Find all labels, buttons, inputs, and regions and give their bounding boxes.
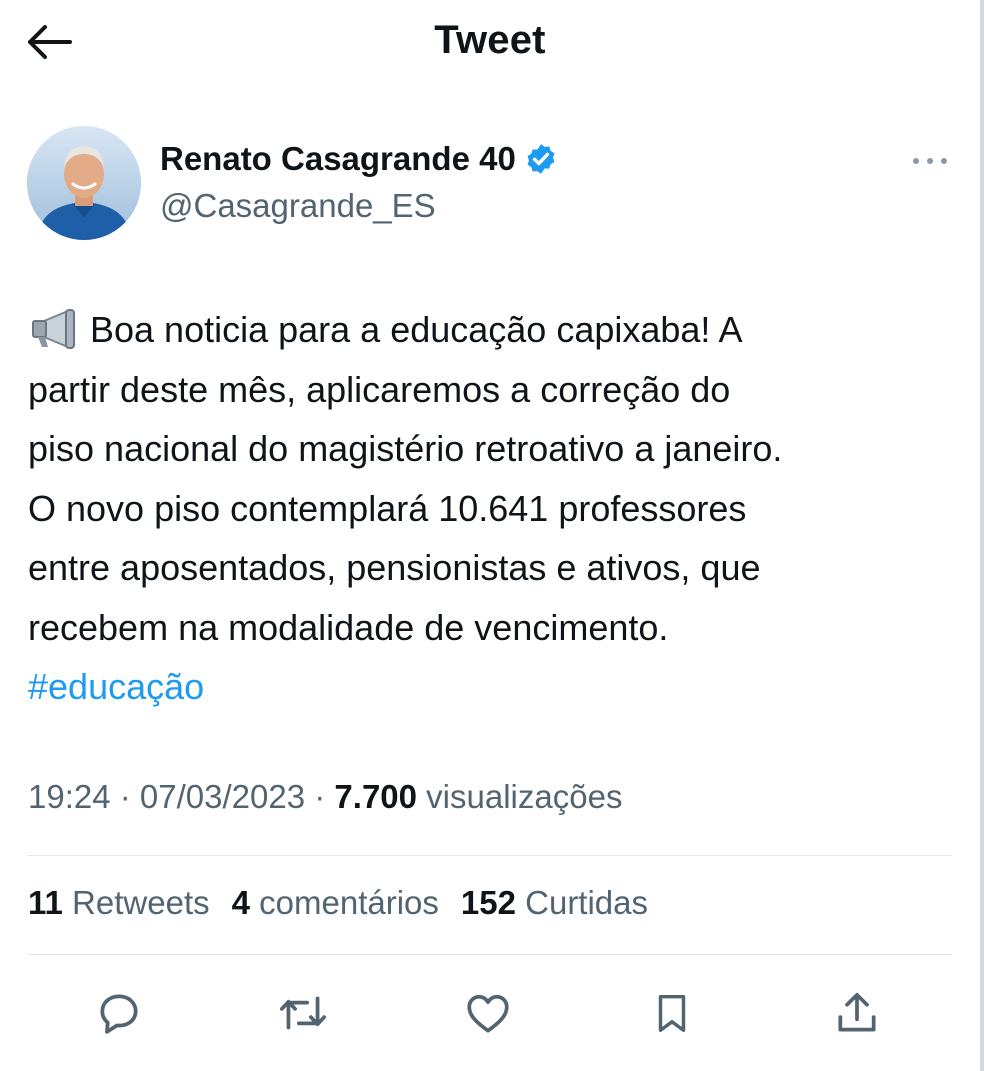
retweet-button[interactable] (275, 985, 331, 1041)
retweet-icon (279, 996, 327, 1030)
bookmark-button[interactable] (644, 985, 700, 1041)
top-bar: Tweet (0, 0, 980, 84)
comments-label: comentários (249, 884, 439, 921)
like-button[interactable] (460, 985, 516, 1041)
tweet-line-text: Boa noticia para a educação capixaba! A (90, 309, 743, 350)
verified-badge-icon (527, 144, 555, 174)
tweet-line: entre aposentados, pensionistas e ativos… (28, 547, 761, 588)
views-label: visualizações (417, 778, 623, 815)
megaphone-emoji-icon (32, 309, 75, 349)
tweet-line: Boa noticia para a educação capixaba! A (28, 300, 958, 360)
avatar[interactable] (27, 126, 141, 240)
comments-count: 4 (231, 884, 250, 921)
author-name[interactable]: Renato Casagrande 40 (160, 140, 558, 178)
retweets-label: Retweets (62, 884, 210, 921)
more-button[interactable] (905, 146, 955, 176)
share-button[interactable] (829, 985, 885, 1041)
author-name-text: Renato Casagrande 40 (160, 140, 516, 177)
action-bar (0, 985, 980, 1041)
comments-stat[interactable]: 4 comentários (232, 884, 439, 922)
retweets-count: 11 (28, 884, 63, 921)
tweet-line: partir deste mês, aplicaremos a correção… (28, 368, 731, 410)
bookmark-icon (658, 994, 686, 1032)
more-dots-icon (913, 158, 947, 164)
hashtag-link[interactable]: #educação (28, 657, 958, 717)
tweet-time[interactable]: 19:24 (28, 778, 111, 815)
tweet-line: O novo piso contemplará 10.641 professor… (28, 487, 747, 529)
likes-count: 152 (460, 884, 516, 921)
like-icon (467, 994, 509, 1033)
author-handle[interactable]: @Casagrande_ES (160, 187, 436, 225)
tweet-line: recebem na modalidade de vencimento. (28, 606, 669, 648)
tweet-meta: 19:24 · 07/03/2023 · 7.700 visualizações (28, 778, 622, 816)
retweets-stat[interactable]: 11 Retweets (28, 884, 210, 922)
divider (28, 954, 952, 955)
reply-button[interactable] (91, 985, 147, 1041)
meta-separator: · (305, 778, 335, 815)
likes-stat[interactable]: 152 Curtidas (461, 884, 648, 922)
right-edge-border (980, 0, 984, 1071)
views-count: 7.700 (334, 778, 418, 815)
tweet-line: piso nacional do magistério retroativo a… (28, 428, 783, 469)
tweet-date[interactable]: 07/03/2023 (140, 778, 305, 815)
page-title: Tweet (434, 18, 546, 62)
divider (28, 855, 952, 856)
share-icon (838, 993, 876, 1032)
likes-label: Curtidas (515, 884, 649, 921)
meta-separator: · (110, 778, 140, 815)
tweet-text: Boa noticia para a educação capixaba! A … (28, 300, 958, 717)
reply-icon (100, 994, 138, 1034)
engagement-stats: 11 Retweets 4 comentários 152 Curtidas (28, 884, 670, 922)
